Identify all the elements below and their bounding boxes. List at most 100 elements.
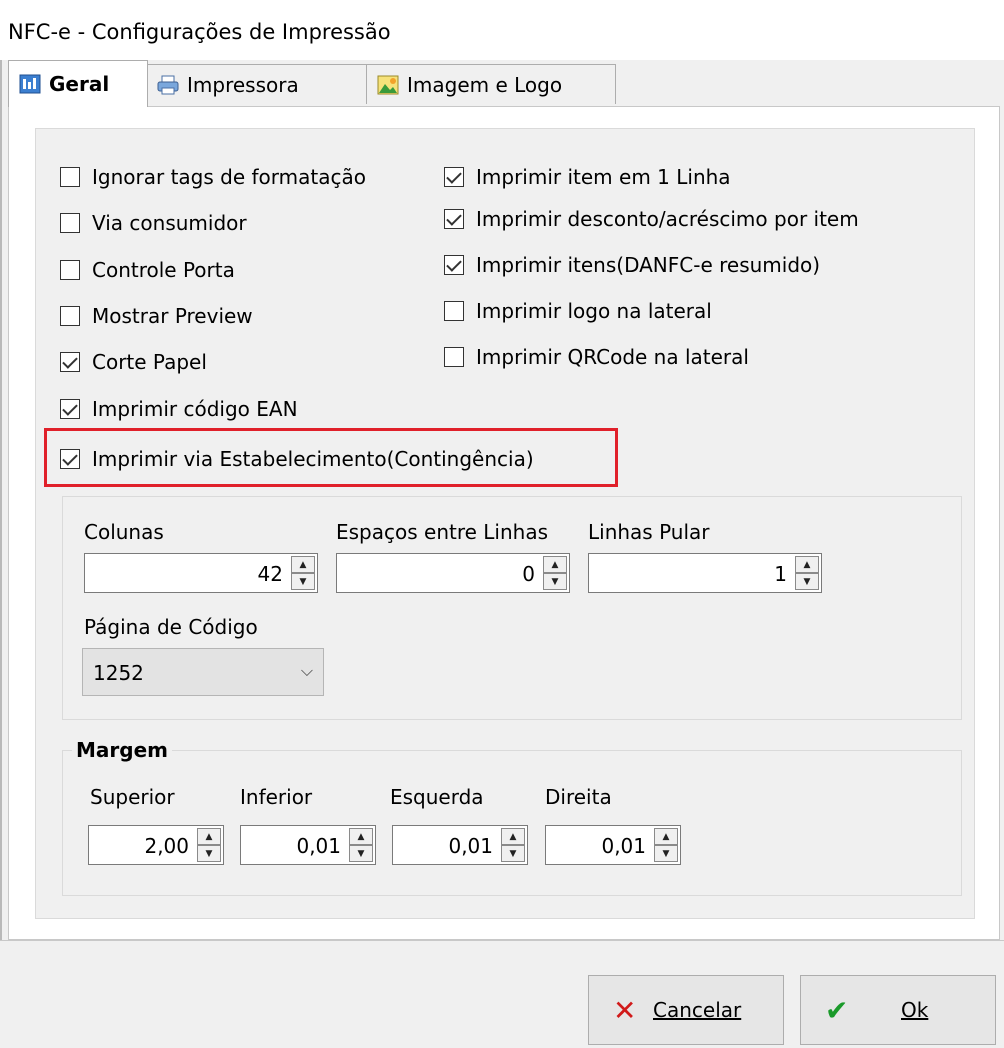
checkbox-imprimir-item-1-linha[interactable]: Imprimir item em 1 Linha [444,162,731,192]
superior-spinner[interactable]: 2,00 ▲ ▼ [88,825,224,865]
checkbox-label: Mostrar Preview [92,304,253,328]
checkbox-box[interactable] [444,301,464,321]
checkbox-imprimir-ean[interactable]: Imprimir código EAN [60,394,298,424]
tab-geral-label: Geral [49,72,110,96]
tab-impressora[interactable]: Impressora [146,64,368,104]
spin-up-button[interactable]: ▲ [795,556,819,573]
spin-down-button[interactable]: ▼ [501,845,525,862]
highlight-box [44,428,618,487]
spin-down-button[interactable]: ▼ [291,573,315,590]
checkbox-box[interactable] [60,306,80,326]
checkbox-label: Via consumidor [92,211,247,235]
checkbox-label: Controle Porta [92,258,235,282]
linhas-pular-spinner[interactable]: 1 ▲ ▼ [588,553,822,593]
checkbox-box[interactable] [444,209,464,229]
title-bar: NFC-e - Configurações de Impressão [0,0,1004,60]
checkbox-via-consumidor[interactable]: Via consumidor [60,208,247,238]
spinner-value: 2,00 [144,834,189,858]
spin-up-button[interactable]: ▲ [654,828,678,845]
margem-title: Margem [72,738,172,762]
tab-imagem-logo-label: Imagem e Logo [407,72,563,97]
checkbox-box[interactable] [60,260,80,280]
checkbox-box[interactable] [444,255,464,275]
checkbox-label: Imprimir código EAN [92,397,298,421]
spinner-value: 0,01 [296,834,341,858]
spinner-buttons: ▲ ▼ [349,828,373,862]
superior-label: Superior [90,785,175,809]
settings-grid-icon [19,73,41,95]
checkbox-label: Corte Papel [92,350,207,374]
spin-up-button[interactable]: ▲ [543,556,567,573]
checkbox-box[interactable] [444,347,464,367]
ok-button[interactable]: ✔ Ok [800,975,996,1045]
espacos-label: Espaços entre Linhas [336,520,549,544]
image-icon [377,74,399,96]
chevron-down-icon: ⌵ [300,661,313,680]
esquerda-spinner[interactable]: 0,01 ▲ ▼ [392,825,528,865]
dialog-footer: ✕ Cancelar ✔ Ok [0,940,1004,1048]
colunas-spinner[interactable]: 42 ▲ ▼ [84,553,318,593]
direita-spinner[interactable]: 0,01 ▲ ▼ [545,825,681,865]
spin-up-button[interactable]: ▲ [501,828,525,845]
select-value: 1252 [93,661,144,685]
spinner-buttons: ▲ ▼ [197,828,221,862]
checkbox-imprimir-logo-lateral[interactable]: Imprimir logo na lateral [444,296,712,326]
spin-down-button[interactable]: ▼ [543,573,567,590]
espacos-spinner[interactable]: 0 ▲ ▼ [336,553,570,593]
tab-impressora-label: Impressora [187,72,299,97]
colunas-label: Colunas [84,520,164,544]
spinner-value: 0 [522,562,535,586]
printer-icon [157,74,179,96]
spin-down-button[interactable]: ▼ [795,573,819,590]
checkbox-label: Imprimir logo na lateral [476,299,712,323]
spin-down-button[interactable]: ▼ [654,845,678,862]
inferior-spinner[interactable]: 0,01 ▲ ▼ [240,825,376,865]
checkbox-box[interactable] [60,399,80,419]
checkbox-imprimir-qrcode-lateral[interactable]: Imprimir QRCode na lateral [444,342,749,372]
spin-up-button[interactable]: ▲ [197,828,221,845]
checkbox-box[interactable] [60,167,80,187]
checkbox-imprimir-itens-resumido[interactable]: Imprimir itens(DANFC-e resumido) [444,250,820,280]
inferior-label: Inferior [240,785,313,809]
spin-up-button[interactable]: ▲ [349,828,373,845]
close-x-icon: ✕ [613,993,637,1027]
cancel-button[interactable]: ✕ Cancelar [588,975,784,1045]
tab-geral[interactable]: Geral [8,60,148,107]
spinner-value: 42 [257,562,283,586]
checkbox-imprimir-desconto[interactable]: Imprimir desconto/acréscimo por item [444,204,859,234]
spinner-buttons: ▲ ▼ [543,556,567,590]
spinner-buttons: ▲ ▼ [291,556,315,590]
pagina-codigo-select[interactable]: 1252 ⌵ [82,648,324,696]
checkbox-corte-papel[interactable]: Corte Papel [60,347,207,377]
spinner-buttons: ▲ ▼ [795,556,819,590]
pagina-codigo-label: Página de Código [84,615,258,639]
spinner-buttons: ▲ ▼ [501,828,525,862]
cancel-button-label: Cancelar [653,998,742,1022]
checkbox-label: Imprimir item em 1 Linha [476,165,731,189]
spinner-value: 0,01 [601,834,646,858]
spin-up-button[interactable]: ▲ [291,556,315,573]
checkbox-label: Imprimir itens(DANFC-e resumido) [476,253,821,277]
checkbox-mostrar-preview[interactable]: Mostrar Preview [60,301,253,331]
checkbox-label: Imprimir QRCode na lateral [476,345,749,369]
checkmark-icon: ✔ [825,993,849,1027]
margem-group [62,750,962,896]
linhas-pular-label: Linhas Pular [588,520,710,544]
spin-down-button[interactable]: ▼ [197,845,221,862]
tab-strip: Geral Impressora Imagem e Logo [0,60,1004,107]
checkbox-controle-porta[interactable]: Controle Porta [60,255,235,285]
window-title: NFC-e - Configurações de Impressão [8,20,391,44]
spinner-value: 0,01 [448,834,493,858]
ok-button-label: Ok [901,998,929,1022]
checkbox-box[interactable] [444,167,464,187]
checkbox-ignorar-tags[interactable]: Ignorar tags de formatação [60,162,366,192]
tab-imagem-logo[interactable]: Imagem e Logo [366,64,616,104]
checkbox-label: Imprimir desconto/acréscimo por item [476,207,859,231]
spinner-buttons: ▲ ▼ [654,828,678,862]
direita-label: Direita [545,785,612,809]
checkbox-label: Ignorar tags de formatação [92,165,366,189]
checkbox-box[interactable] [60,213,80,233]
spinner-value: 1 [774,562,787,586]
checkbox-box[interactable] [60,352,80,372]
spin-down-button[interactable]: ▼ [349,845,373,862]
